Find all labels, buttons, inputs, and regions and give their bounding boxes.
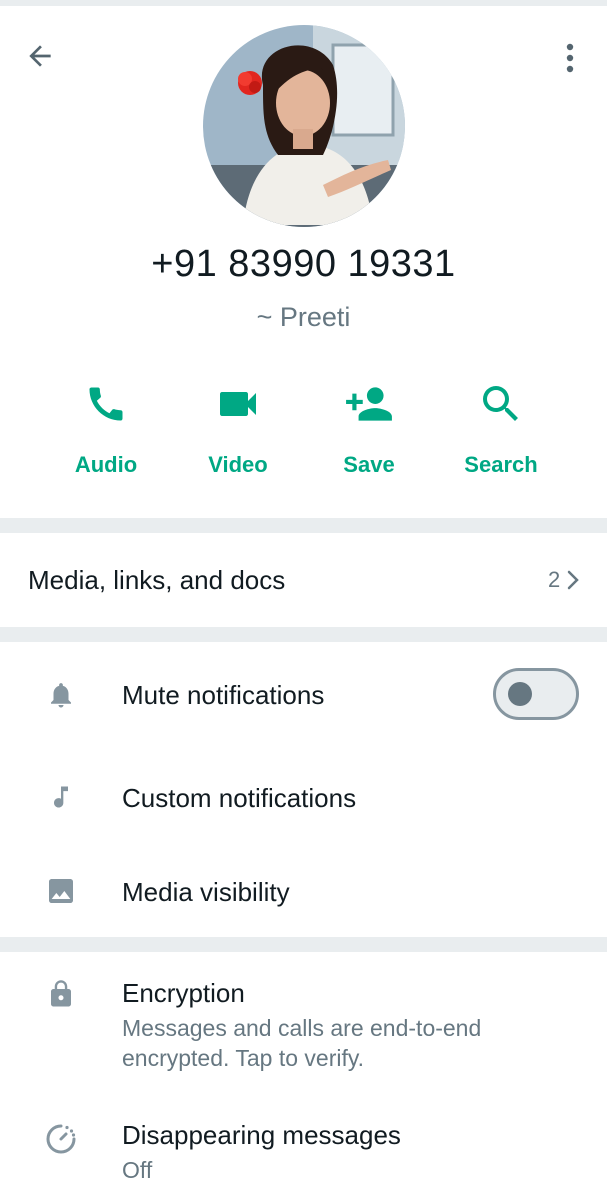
back-button[interactable] <box>20 36 60 76</box>
avatar[interactable] <box>203 25 405 227</box>
mute-toggle[interactable] <box>493 668 579 720</box>
contact-header: +91 83990 19331 ~ Preeti Audio Video Sav… <box>0 6 607 518</box>
mute-notifications-row[interactable]: Mute notifications <box>0 642 607 747</box>
add-contact-icon <box>346 387 392 421</box>
media-links-docs-label: Media, links, and docs <box>28 565 286 595</box>
contact-phone-number: +91 83990 19331 <box>151 243 456 285</box>
lock-icon <box>44 977 78 1011</box>
profile-photo <box>203 25 405 227</box>
media-links-docs-row[interactable]: Media, links, and docs 2 <box>0 533 607 627</box>
search-button[interactable]: Search <box>441 374 561 478</box>
chevron-right-icon <box>566 570 580 595</box>
custom-notifications-row[interactable]: Custom notifications <box>0 747 607 842</box>
toggle-knob <box>508 682 532 706</box>
search-icon <box>483 386 518 421</box>
custom-notifications-label: Custom notifications <box>122 783 357 813</box>
disappearing-messages-value: Off <box>122 1157 153 1183</box>
audio-call-button[interactable]: Audio <box>46 374 166 478</box>
timer-icon <box>44 1122 78 1156</box>
encryption-row[interactable]: Encryption Messages and calls are end-to… <box>0 952 607 1092</box>
disappearing-messages-title: Disappearing messages <box>122 1120 401 1150</box>
encryption-title: Encryption <box>122 978 245 1008</box>
save-contact-button[interactable]: Save <box>309 374 429 478</box>
encryption-description-line1: Messages and calls are end-to-end <box>122 1015 482 1041</box>
search-label: Search <box>464 452 538 477</box>
encryption-description-line2: encrypted. Tap to verify. <box>122 1045 365 1071</box>
more-options-button[interactable] <box>550 38 590 78</box>
disappearing-messages-row[interactable]: Disappearing messages Off <box>0 1092 607 1200</box>
phone-icon <box>89 387 123 421</box>
notification-settings: Mute notifications Custom notifications … <box>0 642 607 937</box>
video-label: Video <box>208 452 268 477</box>
contact-name: ~ Preeti <box>256 302 351 332</box>
video-icon <box>220 392 256 416</box>
privacy-settings: Encryption Messages and calls are end-to… <box>0 952 607 1200</box>
more-vert-icon <box>566 43 574 73</box>
video-call-button[interactable]: Video <box>178 374 298 478</box>
mute-notifications-label: Mute notifications <box>122 680 325 710</box>
media-visibility-row[interactable]: Media visibility <box>0 842 607 937</box>
save-label: Save <box>343 452 395 477</box>
bell-icon <box>44 678 78 712</box>
audio-label: Audio <box>74 452 138 477</box>
back-arrow-icon <box>29 45 51 67</box>
media-visibility-label: Media visibility <box>122 877 290 907</box>
media-count: 2 <box>548 567 561 592</box>
image-icon <box>44 874 78 908</box>
music-note-icon <box>44 780 78 814</box>
